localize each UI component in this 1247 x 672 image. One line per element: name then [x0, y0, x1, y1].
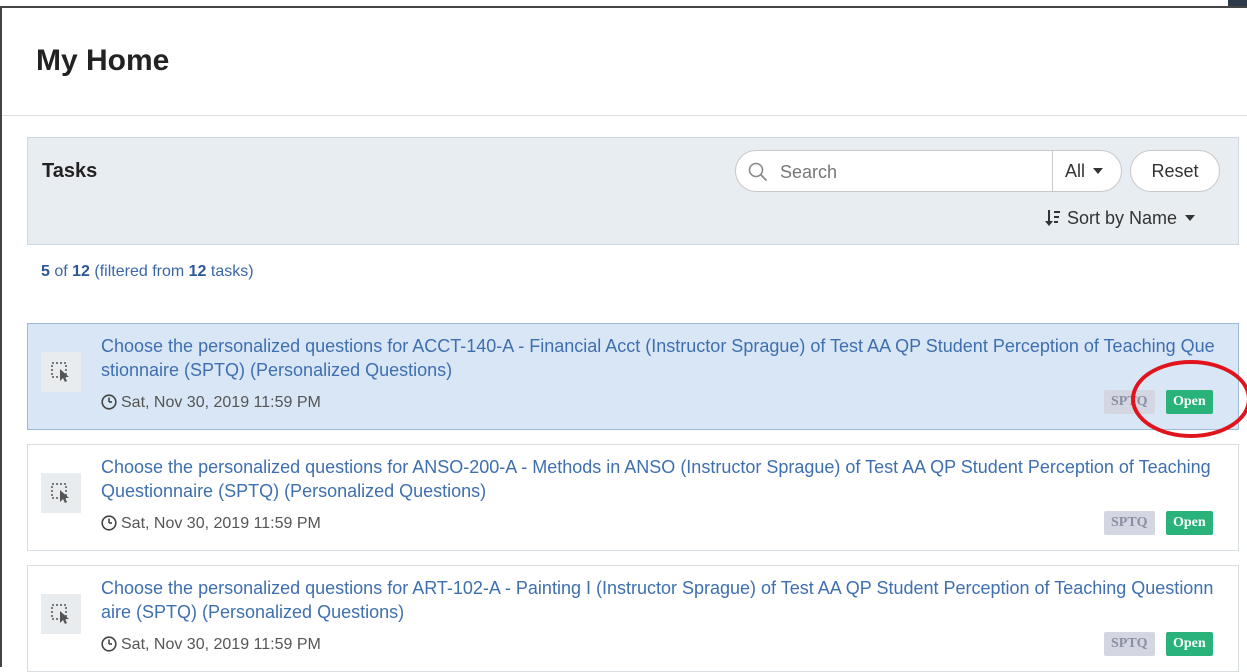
sort-icon	[1045, 210, 1060, 226]
tasks-title: Tasks	[42, 160, 98, 182]
clock-icon	[101, 394, 117, 410]
select-cursor-icon	[51, 483, 69, 503]
due-date-text: Sat, Nov 30, 2019 11:59 PM	[121, 515, 321, 532]
reset-button[interactable]: Reset	[1130, 150, 1220, 192]
total-count: 12	[72, 263, 90, 280]
search-icon	[748, 162, 767, 181]
filter-selected-label: All	[1065, 161, 1086, 181]
select-cursor-icon	[51, 604, 69, 624]
task-item[interactable]: Choose the personalized questions for AN…	[27, 444, 1239, 551]
sort-label: Sort by Name	[1067, 208, 1178, 228]
task-icon-box	[41, 594, 81, 634]
due-date-text: Sat, Nov 30, 2019 11:59 PM	[121, 636, 321, 653]
page-title: My Home	[36, 44, 170, 77]
tasks-panel: Tasks All Reset Sort by Name	[27, 137, 1239, 245]
task-title-link[interactable]: Choose the personalized questions for AR…	[101, 576, 1221, 624]
status-badge: Open	[1166, 632, 1213, 656]
task-count: 5 of 12 (filtered from 12 tasks)	[41, 263, 254, 281]
search-input[interactable]	[778, 160, 1042, 184]
task-icon-box	[41, 352, 81, 392]
due-date-text: Sat, Nov 30, 2019 11:59 PM	[121, 394, 321, 411]
status-badge: Open	[1166, 511, 1213, 535]
status-badge: Open	[1166, 390, 1213, 414]
clock-icon	[101, 636, 117, 652]
sptq-badge: SPTQ	[1104, 390, 1155, 414]
chevron-down-icon	[1185, 215, 1196, 221]
clock-icon	[101, 515, 117, 531]
sptq-badge: SPTQ	[1104, 511, 1155, 535]
filter-dropdown[interactable]: All	[1052, 150, 1122, 192]
search-box[interactable]	[735, 150, 1053, 192]
shown-count: 5	[41, 263, 50, 280]
task-title-link[interactable]: Choose the personalized questions for AC…	[101, 334, 1221, 382]
task-due-date: Sat, Nov 30, 2019 11:59 PM	[101, 394, 321, 412]
filtered-suffix: tasks)	[210, 263, 254, 280]
sptq-badge: SPTQ	[1104, 632, 1155, 656]
divider	[2, 115, 1247, 116]
task-due-date: Sat, Nov 30, 2019 11:59 PM	[101, 636, 321, 654]
select-cursor-icon	[51, 362, 69, 382]
of-text: of	[54, 263, 68, 280]
filtered-total: 12	[188, 263, 207, 280]
task-title-link[interactable]: Choose the personalized questions for AN…	[101, 455, 1221, 503]
task-due-date: Sat, Nov 30, 2019 11:59 PM	[101, 515, 321, 533]
chevron-down-icon	[1093, 168, 1104, 174]
sort-dropdown[interactable]: Sort by Name	[1045, 208, 1196, 229]
task-item[interactable]: Choose the personalized questions for AR…	[27, 565, 1239, 672]
task-icon-box	[41, 473, 81, 513]
task-item[interactable]: Choose the personalized questions for AC…	[27, 323, 1239, 430]
filtered-prefix: (filtered from	[94, 263, 185, 280]
